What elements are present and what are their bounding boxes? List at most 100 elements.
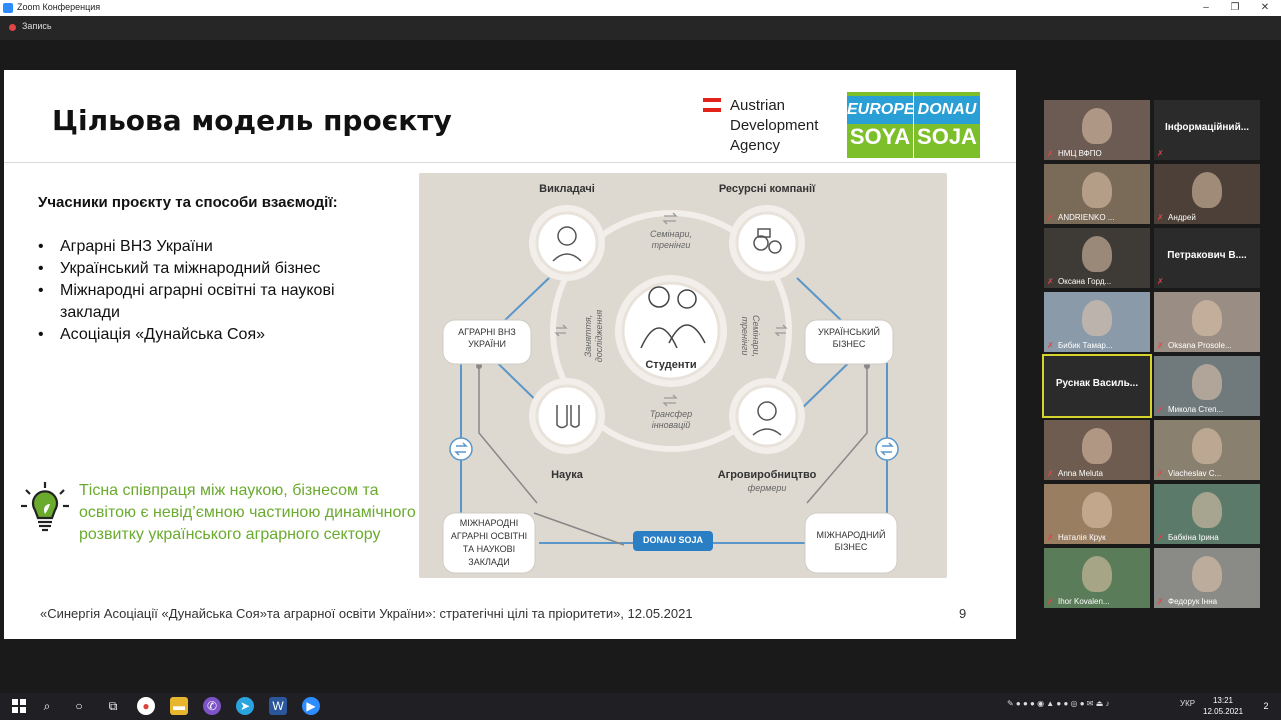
participant-video <box>1192 364 1222 400</box>
participant-tile[interactable]: ✗ Oksana Prosole... <box>1154 292 1260 352</box>
participant-tile[interactable]: ✗ Ihor Kovalen... <box>1044 548 1150 608</box>
mic-muted-icon: ✗ <box>1047 341 1054 350</box>
participant-tile[interactable]: Петракович В.... ✗ <box>1154 228 1260 288</box>
windows-start-icon[interactable] <box>10 697 28 715</box>
node-label-resource-companies: Ресурсні компанії <box>718 183 816 195</box>
corner-ua-business: УКРАЇНСЬКИЙ БІЗНЕС <box>818 327 880 349</box>
participant-name: Ihor Kovalen... <box>1058 597 1110 606</box>
participant-tile[interactable]: ✗ Федорук Інна <box>1154 548 1260 608</box>
mic-muted-icon: ✗ <box>1047 533 1054 542</box>
participant-tile[interactable]: ✗ Андрей <box>1154 164 1260 224</box>
participants-list: Аграрні ВНЗ України Український та міжна… <box>38 236 398 346</box>
taskbar: ⌕ ○ ⧉ ● ▬ ✆ ➤ W ▶ ✎ ● ● ● ◉ ▲ ● ● ◎ ● ✉ … <box>0 693 1281 720</box>
system-clock[interactable]: 13:21 12.05.2021 <box>1203 695 1243 717</box>
list-item: Міжнародні аграрні освітні та наукові за… <box>38 280 398 324</box>
participant-video <box>1082 300 1112 336</box>
participant-name: Оксана Горд... <box>1058 277 1112 286</box>
participant-tile[interactable]: ✗ Микола Степ... <box>1154 356 1260 416</box>
zoom-logo-icon <box>3 3 13 13</box>
participant-video <box>1192 492 1222 528</box>
participant-name: Андрей <box>1168 213 1196 222</box>
mic-muted-icon: ✗ <box>1157 277 1164 286</box>
participant-tile[interactable]: ✗ ANDRIENKO ... <box>1044 164 1150 224</box>
task-view-icon[interactable]: ○ <box>70 697 88 715</box>
participant-video <box>1192 172 1222 208</box>
recording-label[interactable]: Запись <box>22 21 52 31</box>
lightbulb-icon <box>21 482 69 532</box>
participant-video <box>1082 236 1112 272</box>
slide-title: Цільова модель проєкту <box>52 104 452 137</box>
participant-tile[interactable]: ✗ Оксана Горд... <box>1044 228 1150 288</box>
node-label-students: Студенти <box>645 359 697 371</box>
link-label-seminars-right: Семінари, тренінги <box>740 314 761 358</box>
corner-ua-universities: АГРАРНІ ВНЗ УКРАЇНИ <box>458 327 516 349</box>
participant-video <box>1082 172 1112 208</box>
participant-tile[interactable]: Руснак Василь... <box>1042 354 1152 418</box>
language-indicator[interactable]: УКР <box>1180 699 1195 708</box>
exchange-icon <box>875 437 899 461</box>
window-title-bar: Zoom Конференция – ❐ ✕ <box>0 0 1281 16</box>
shared-slide: Цільова модель проєкту Austrian Developm… <box>4 70 1016 639</box>
mic-muted-icon: ✗ <box>1047 469 1054 478</box>
minimize-button[interactable]: – <box>1191 1 1221 15</box>
participant-video <box>1192 428 1222 464</box>
recording-bar: Запись <box>0 16 1281 40</box>
file-explorer-icon[interactable]: ▬ <box>170 697 188 715</box>
search-icon[interactable]: ⌕ <box>38 697 56 715</box>
link-label-transfer: Трансфер інновацій <box>649 409 693 430</box>
agro-node <box>729 378 805 454</box>
participant-video <box>1082 556 1112 592</box>
list-item: Аграрні ВНЗ України <box>38 236 398 258</box>
mic-muted-icon: ✗ <box>1157 213 1164 222</box>
participant-tile[interactable]: ✗ Бибик Тамар... <box>1044 292 1150 352</box>
tray-icons[interactable]: ✎ ● ● ● ◉ ▲ ● ● ◎ ● ✉ ⏏ ♪ <box>1007 699 1110 708</box>
mic-muted-icon: ✗ <box>1047 277 1054 286</box>
node-sublabel-agro: фермери <box>747 483 787 493</box>
participant-name: Микола Степ... <box>1168 405 1224 414</box>
recording-icon <box>9 24 16 31</box>
node-label-science: Наука <box>551 469 583 481</box>
mic-muted-icon: ✗ <box>1157 341 1164 350</box>
slide-footer: «Синергія Асоціації «Дунайська Соя»та аг… <box>40 606 693 621</box>
participant-name: Руснак Василь... <box>1055 378 1139 389</box>
participant-name: Anna Meluta <box>1058 469 1103 478</box>
chrome-icon[interactable]: ● <box>137 697 155 715</box>
header-divider <box>4 162 1016 163</box>
notifications-icon[interactable]: 2 <box>1256 697 1276 715</box>
participant-name: ANDRIENKO ... <box>1058 213 1115 222</box>
europe-soya-logo: EUROPE SOYA <box>847 92 915 158</box>
participant-tile[interactable]: ✗ НМЦ ВФПО <box>1044 100 1150 160</box>
participant-tile[interactable]: Інформаційний... ✗ <box>1154 100 1260 160</box>
participant-video <box>1192 300 1222 336</box>
mic-muted-icon: ✗ <box>1157 469 1164 478</box>
donau-soja-badge: DONAU SOJA <box>642 535 703 545</box>
slide-page-number: 9 <box>959 606 967 621</box>
project-model-diagram: Викладачі Ресурсні компанії Студенти Нау… <box>419 173 947 578</box>
participant-name: НМЦ ВФПО <box>1058 149 1102 158</box>
donau-soja-logo: DONAU SOJA <box>914 92 980 158</box>
participant-tile[interactable]: ✗ Viacheslav C... <box>1154 420 1260 480</box>
node-label-agro: Агровиробництво <box>717 469 817 481</box>
multitask-icon[interactable]: ⧉ <box>104 697 122 715</box>
link-label-classes: Заняття, дослідження <box>583 309 604 363</box>
highlight-text: Тісна співпраця між наукою, бізнесом та … <box>79 482 416 543</box>
word-icon[interactable]: W <box>269 697 287 715</box>
resource-companies-node <box>729 205 805 281</box>
window-title: Zoom Конференция <box>17 2 101 12</box>
telegram-icon[interactable]: ➤ <box>236 697 254 715</box>
participant-name: Oksana Prosole... <box>1168 341 1232 350</box>
participant-name: Наталія Крук <box>1058 533 1106 542</box>
participant-tile[interactable]: ✗ Anna Meluta <box>1044 420 1150 480</box>
close-button[interactable]: ✕ <box>1250 1 1280 15</box>
restore-button[interactable]: ❐ <box>1220 1 1250 15</box>
participant-name: Петракович В.... <box>1167 250 1247 261</box>
participant-video <box>1192 556 1222 592</box>
zoom-taskbar-icon[interactable]: ▶ <box>302 697 320 715</box>
participant-name: Федорук Інна <box>1168 597 1218 606</box>
participant-tile[interactable]: ✗ Бабкіна Ірина <box>1154 484 1260 544</box>
participant-name: Бибик Тамар... <box>1058 341 1113 350</box>
corner-intl-business: МІЖНАРОДНИЙ БІЗНЕС <box>816 530 886 552</box>
participant-video <box>1082 108 1112 144</box>
viber-icon[interactable]: ✆ <box>203 697 221 715</box>
participant-tile[interactable]: ✗ Наталія Крук <box>1044 484 1150 544</box>
